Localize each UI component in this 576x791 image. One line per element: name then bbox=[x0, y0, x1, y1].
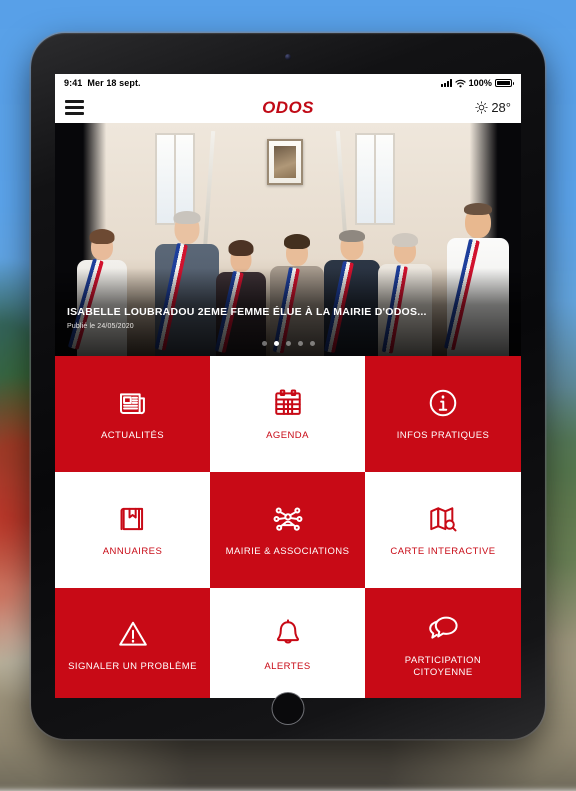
ios-status-bar: 9:41 Mer 18 sept. 100% bbox=[55, 74, 521, 92]
home-button-icon[interactable] bbox=[271, 692, 305, 725]
tile-actualites[interactable]: ACTUALITÉS bbox=[55, 356, 210, 472]
hero-carousel[interactable]: ISABELLE LOUBRADOU 2EME FEMME ÉLUE À LA … bbox=[55, 123, 521, 356]
carousel-dot[interactable] bbox=[309, 341, 315, 346]
hero-caption: ISABELLE LOUBRADOU 2EME FEMME ÉLUE À LA … bbox=[67, 306, 507, 330]
carousel-dot-active[interactable] bbox=[273, 341, 279, 346]
status-indicators: 100% bbox=[440, 78, 514, 88]
app-logo-odos: ODOS bbox=[262, 97, 314, 117]
battery-icon bbox=[495, 79, 514, 87]
carousel-dot[interactable] bbox=[261, 341, 267, 346]
tile-infos-pratiques[interactable]: INFOS PRATIQUES bbox=[365, 356, 521, 472]
book-bookmark-icon bbox=[120, 507, 143, 530]
temperature-label: 28° bbox=[491, 100, 511, 115]
carousel-dot[interactable] bbox=[297, 341, 303, 346]
weather-widget[interactable]: 28° bbox=[475, 100, 511, 115]
tile-label: INFOS PRATIQUES bbox=[396, 429, 490, 441]
speech-bubbles-icon bbox=[429, 616, 458, 639]
hero-headline: ISABELLE LOUBRADOU 2EME FEMME ÉLUE À LA … bbox=[67, 306, 427, 319]
warning-triangle-icon bbox=[118, 621, 147, 646]
tile-label: SIGNALER UN PROBLÈME bbox=[68, 661, 197, 673]
carousel-dots[interactable] bbox=[55, 341, 521, 346]
battery-percent-label: 100% bbox=[468, 78, 492, 88]
app-header: ODOS 28° bbox=[55, 92, 521, 123]
tile-carte-interactive[interactable]: CARTE INTERACTIVE bbox=[365, 472, 521, 588]
carousel-dot[interactable] bbox=[285, 341, 291, 346]
tile-label: CARTE INTERACTIVE bbox=[390, 545, 496, 557]
tile-label: ACTUALITÉS bbox=[100, 429, 165, 441]
tile-label: PARTICIPATION CITOYENNE bbox=[404, 655, 482, 678]
bell-icon bbox=[276, 619, 299, 644]
wifi-icon bbox=[454, 79, 466, 87]
tile-mairie-associations[interactable]: MAIRIE & ASSOCIATIONS bbox=[210, 472, 365, 588]
tile-agenda[interactable]: AGENDA bbox=[210, 356, 365, 472]
status-time: 9:41 bbox=[64, 78, 83, 88]
cellular-signal-icon bbox=[440, 79, 452, 87]
info-circle-icon bbox=[429, 389, 457, 416]
status-date: Mer 18 sept. bbox=[87, 78, 141, 88]
tile-alertes[interactable]: ALERTES bbox=[210, 588, 365, 698]
tile-annuaires[interactable]: ANNUAIRES bbox=[55, 472, 210, 588]
map-search-icon bbox=[430, 506, 457, 532]
sun-icon bbox=[475, 101, 489, 114]
newspaper-icon bbox=[119, 392, 145, 414]
tile-participation-citoyenne[interactable]: PARTICIPATION CITOYENNE bbox=[365, 588, 521, 698]
front-camera-icon bbox=[285, 54, 291, 60]
hero-publish-date: Publié le 24/05/2020 bbox=[67, 323, 134, 330]
tile-label: ANNUAIRES bbox=[102, 545, 163, 557]
ipad-device-frame: 9:41 Mer 18 sept. 100% ODOS 28° ISABELLE… bbox=[31, 33, 545, 739]
tile-label: ALERTES bbox=[264, 661, 311, 673]
tile-signaler-probleme[interactable]: SIGNALER UN PROBLÈME bbox=[55, 588, 210, 698]
menu-tile-grid: ACTUALITÉS AGENDA INFOS PRATIQUES ANNUAI… bbox=[55, 356, 521, 698]
tile-label: AGENDA bbox=[266, 429, 309, 441]
tile-label: MAIRIE & ASSOCIATIONS bbox=[225, 545, 350, 557]
hamburger-menu-icon[interactable] bbox=[65, 97, 84, 119]
calendar-icon bbox=[274, 389, 301, 415]
tablet-screen: 9:41 Mer 18 sept. 100% ODOS 28° ISABELLE… bbox=[55, 74, 521, 698]
network-people-icon bbox=[273, 507, 302, 531]
